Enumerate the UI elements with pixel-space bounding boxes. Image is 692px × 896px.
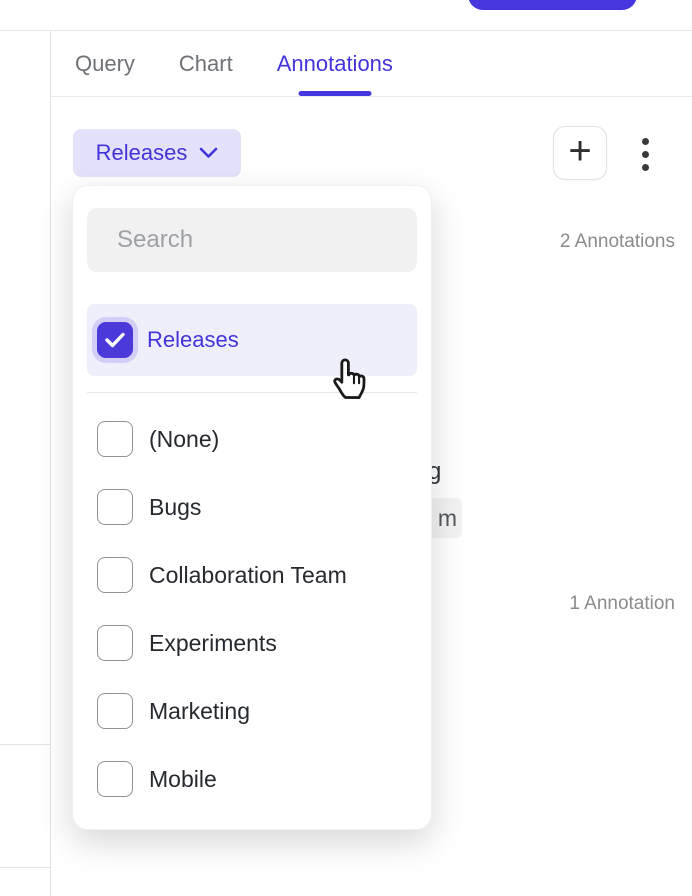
option-label: Marketing <box>149 698 250 725</box>
annotation-count-top: 2 Annotations <box>560 231 675 253</box>
checkbox-unchecked-icon[interactable] <box>97 489 133 525</box>
kebab-menu-icon <box>642 138 649 145</box>
option-label: Collaboration Team <box>149 562 347 589</box>
left-rail <box>0 31 51 896</box>
option-collaboration-team[interactable]: Collaboration Team <box>87 541 417 609</box>
option-label: (None) <box>149 426 219 453</box>
rail-divider <box>0 744 50 745</box>
active-tab-indicator <box>298 91 371 96</box>
annotations-screen: Query Chart Annotations Releases + 2 Ann… <box>0 0 692 896</box>
top-toolbar <box>0 0 692 31</box>
releases-filter-dropdown-button[interactable]: Releases <box>73 129 241 177</box>
checkbox-unchecked-icon[interactable] <box>97 625 133 661</box>
annotation-count-bottom: 1 Annotation <box>569 593 675 615</box>
option-none[interactable]: (None) <box>87 405 417 473</box>
option-label: Releases <box>147 327 239 353</box>
option-bugs[interactable]: Bugs <box>87 473 417 541</box>
option-experiments[interactable]: Experiments <box>87 609 417 677</box>
options-list: (None) Bugs Collaboration Team Experimen… <box>87 405 417 813</box>
checkbox-unchecked-icon[interactable] <box>97 761 133 797</box>
checkmark-icon <box>104 331 126 349</box>
search-input[interactable] <box>117 226 427 254</box>
more-options-button[interactable] <box>630 132 660 176</box>
add-annotation-button[interactable]: + <box>553 126 607 180</box>
kebab-menu-icon <box>642 164 649 171</box>
checkbox-unchecked-icon[interactable] <box>97 693 133 729</box>
tab-chart[interactable]: Chart <box>179 31 233 96</box>
option-label: Experiments <box>149 630 277 657</box>
tab-bar: Query Chart Annotations <box>51 31 692 97</box>
checkbox-checked-icon[interactable] <box>97 322 133 358</box>
menu-divider <box>87 392 417 393</box>
dropdown-search <box>87 208 417 272</box>
plus-icon: + <box>568 131 591 171</box>
chevron-down-icon <box>199 147 218 159</box>
tab-annotations[interactable]: Annotations <box>277 31 393 96</box>
option-label: Mobile <box>149 766 217 793</box>
option-releases-selected[interactable]: Releases <box>87 304 417 376</box>
kebab-menu-icon <box>642 151 649 158</box>
rail-divider <box>0 867 50 868</box>
filter-button-label: Releases <box>96 140 188 166</box>
tab-annotations-label: Annotations <box>277 51 393 77</box>
option-mobile[interactable]: Mobile <box>87 745 417 813</box>
primary-action-button[interactable] <box>468 0 637 10</box>
main-panel: Query Chart Annotations <box>51 31 692 97</box>
option-label: Bugs <box>149 494 201 521</box>
checkbox-unchecked-icon[interactable] <box>97 557 133 593</box>
option-marketing[interactable]: Marketing <box>87 677 417 745</box>
releases-dropdown-menu: Releases (None) Bugs Collaboration Team … <box>72 185 432 830</box>
checkbox-unchecked-icon[interactable] <box>97 421 133 457</box>
tab-query[interactable]: Query <box>75 31 135 96</box>
